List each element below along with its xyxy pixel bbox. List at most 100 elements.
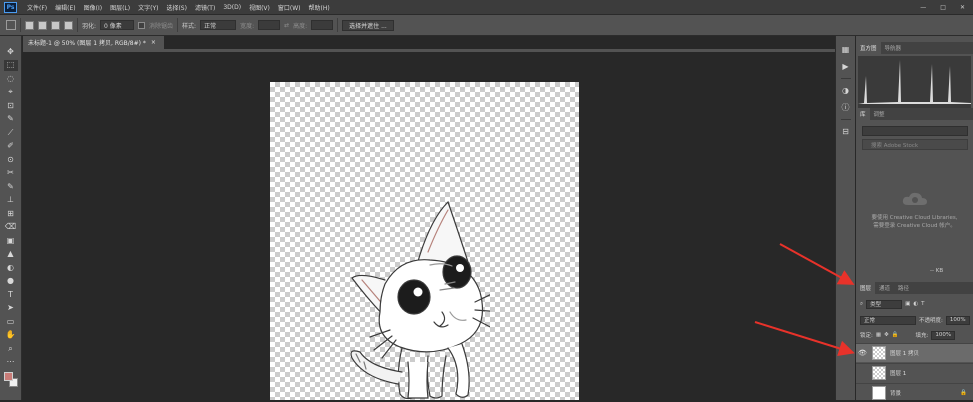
layer-kind-filter[interactable]: 类型 [866, 299, 903, 309]
blur-tool-icon[interactable]: ▲ [4, 249, 18, 261]
filter-adjustment-icon[interactable]: ◐ [913, 301, 918, 307]
menu-layer[interactable]: 图层(L) [106, 3, 134, 12]
swap-icon[interactable]: ⇄ [284, 22, 289, 29]
menu-3d[interactable]: 3D(D) [219, 4, 245, 11]
layer-row[interactable]: 图层 1 [856, 363, 973, 382]
select-and-mask-button[interactable]: 选择并遮住 ... [342, 19, 394, 31]
menu-window[interactable]: 窗口(W) [274, 3, 305, 12]
eye-icon[interactable]: 👁 [856, 349, 869, 357]
subtract-selection-icon[interactable] [51, 20, 60, 30]
properties-icon[interactable]: ⊟ [840, 126, 851, 137]
library-select[interactable] [862, 126, 968, 136]
rectangular-marquee-tool-icon[interactable]: ⬚ [3, 59, 18, 71]
layer-thumbnail [872, 366, 886, 380]
menu-edit[interactable]: 编辑(E) [51, 3, 79, 12]
layers-tabs: 图层 通道 路径 [856, 282, 973, 294]
lock-all-icon[interactable]: 🔒 [892, 332, 899, 338]
minimize-button[interactable]: — [920, 4, 926, 11]
lock-label: 锁定: [860, 333, 873, 339]
menu-image[interactable]: 图像(I) [80, 3, 106, 12]
filter-pixel-icon[interactable]: ▣ [905, 301, 910, 307]
tab-navigator[interactable]: 导航器 [881, 42, 906, 54]
feather-input[interactable]: 0 像素 [100, 20, 135, 30]
new-selection-icon[interactable] [25, 20, 34, 30]
info-icon[interactable]: ⓘ [840, 102, 851, 113]
foreground-color-swatch[interactable] [3, 372, 13, 381]
menu-view[interactable]: 视图(V) [245, 3, 274, 12]
filter-type-icon[interactable]: T [921, 301, 924, 307]
layer-name: 图层 1 拷贝 [890, 351, 919, 357]
menu-filter[interactable]: 滤镜(T) [191, 3, 219, 12]
menu-help[interactable]: 帮助(H) [305, 3, 334, 12]
eyedropper-tool-icon[interactable]: ✎ [4, 114, 18, 126]
healing-brush-tool-icon[interactable]: ⟋ [4, 127, 18, 139]
patch-tool-icon[interactable]: ✂ [4, 168, 18, 180]
tab-libraries[interactable]: 库 [856, 108, 870, 120]
library-search-input[interactable]: 搜索 Adobe Stock [862, 139, 968, 150]
type-tool-icon[interactable]: T [4, 289, 18, 301]
brush-tool-icon[interactable]: ✐ [4, 141, 18, 153]
menu-file[interactable]: 文件(F) [23, 3, 51, 12]
histogram-graph [858, 56, 971, 108]
layer-row[interactable]: 背景 🔒 [856, 383, 973, 402]
move-tool-icon[interactable]: ✥ [4, 46, 18, 58]
rectangle-tool-icon[interactable]: ▭ [4, 316, 18, 328]
lock-pixels-icon[interactable]: ▦ [876, 332, 881, 338]
layer-thumbnail [872, 346, 886, 360]
document-tab-bar [23, 49, 835, 52]
document-tab[interactable]: 未标题-1 @ 50% (图层 1 拷贝, RGB/8#) * × [23, 36, 164, 49]
options-bar: 羽化: 0 像素 消除锯齿 样式: 正常 宽度: ⇄ 高度: 选择并遮住 ... [0, 15, 973, 36]
play-icon[interactable]: ▶ [840, 61, 851, 72]
tools-panel: ✥ ⬚ ◌ ⌖ ⊡ ✎ ⟋ ✐ ⊙ ✂ ✎ ⊥ ⊞ ⌫ ▣ ▲ ◐ ● T ➤ … [0, 36, 22, 400]
layer-thumbnail [872, 386, 886, 400]
menu-select[interactable]: 选择(S) [162, 3, 191, 12]
tab-adjustments[interactable]: 调整 [870, 108, 889, 120]
histogram-icon[interactable]: ▦ [840, 44, 851, 55]
panel-dock: ▦ ▶ ◑ ⓘ ⊟ [835, 36, 855, 400]
antialias-checkbox[interactable] [138, 21, 146, 29]
clone-stamp-tool-icon[interactable]: ⊥ [4, 195, 18, 207]
tab-paths[interactable]: 路径 [894, 282, 913, 294]
add-selection-icon[interactable] [38, 20, 47, 30]
layer-name: 图层 1 [890, 371, 907, 377]
fill-input[interactable]: 100% [931, 330, 956, 340]
layer-name: 背景 [890, 391, 902, 397]
dodge-tool-icon[interactable]: ◐ [4, 262, 18, 274]
frame-tool-icon[interactable]: ⊙ [4, 154, 18, 166]
maximize-button[interactable]: □ [940, 4, 946, 11]
history-brush-tool-icon[interactable]: ⊞ [4, 208, 18, 220]
right-panels: 直方图 导航器 库 调整 搜索 Adobe Stock 要使用 Creative… [856, 36, 973, 400]
height-input[interactable] [311, 20, 334, 30]
style-select[interactable]: 正常 [200, 20, 237, 30]
blend-mode-select[interactable]: 正常 [860, 315, 916, 325]
width-input[interactable] [258, 20, 281, 30]
quick-selection-tool-icon[interactable]: ⌖ [4, 87, 18, 99]
eraser-tool-icon[interactable]: ⌫ [4, 222, 18, 234]
pen-tool-icon[interactable]: ● [4, 276, 18, 288]
more-tools-icon[interactable]: ⋯ [4, 357, 18, 369]
opacity-input[interactable]: 100% [945, 315, 970, 325]
close-tab-icon[interactable]: × [151, 39, 156, 46]
adjustments-icon[interactable]: ◑ [840, 85, 851, 96]
canvas[interactable] [270, 82, 579, 400]
layer-row[interactable]: 👁 图层 1 拷贝 [856, 343, 973, 362]
path-selection-tool-icon[interactable]: ➤ [4, 303, 18, 315]
tab-histogram[interactable]: 直方图 [856, 42, 881, 54]
hand-tool-icon[interactable]: ✋ [4, 330, 18, 342]
intersect-selection-icon[interactable] [64, 20, 73, 30]
zoom-tool-icon[interactable]: ⌕ [4, 343, 18, 355]
marquee-preset-icon[interactable] [6, 20, 16, 30]
library-login-message: 要使用 Creative Cloud Libraries, 需要登录 Creat… [856, 214, 973, 230]
lasso-tool-icon[interactable]: ◌ [4, 73, 18, 85]
dock-separator [840, 119, 851, 120]
crop-tool-icon[interactable]: ⊡ [4, 100, 18, 112]
lock-icon: 🔒 [960, 390, 967, 396]
close-window-button[interactable]: ✕ [960, 4, 965, 11]
tab-layers[interactable]: 图层 [856, 282, 876, 294]
menu-type[interactable]: 文字(Y) [134, 3, 162, 12]
gradient-tool-icon[interactable]: ▣ [4, 235, 18, 247]
lock-position-icon[interactable]: ✥ [884, 332, 889, 338]
pencil-tool-icon[interactable]: ✎ [4, 181, 18, 193]
document-area: 未标题-1 @ 50% (图层 1 拷贝, RGB/8#) * × [23, 36, 835, 400]
tab-channels[interactable]: 通道 [875, 282, 894, 294]
